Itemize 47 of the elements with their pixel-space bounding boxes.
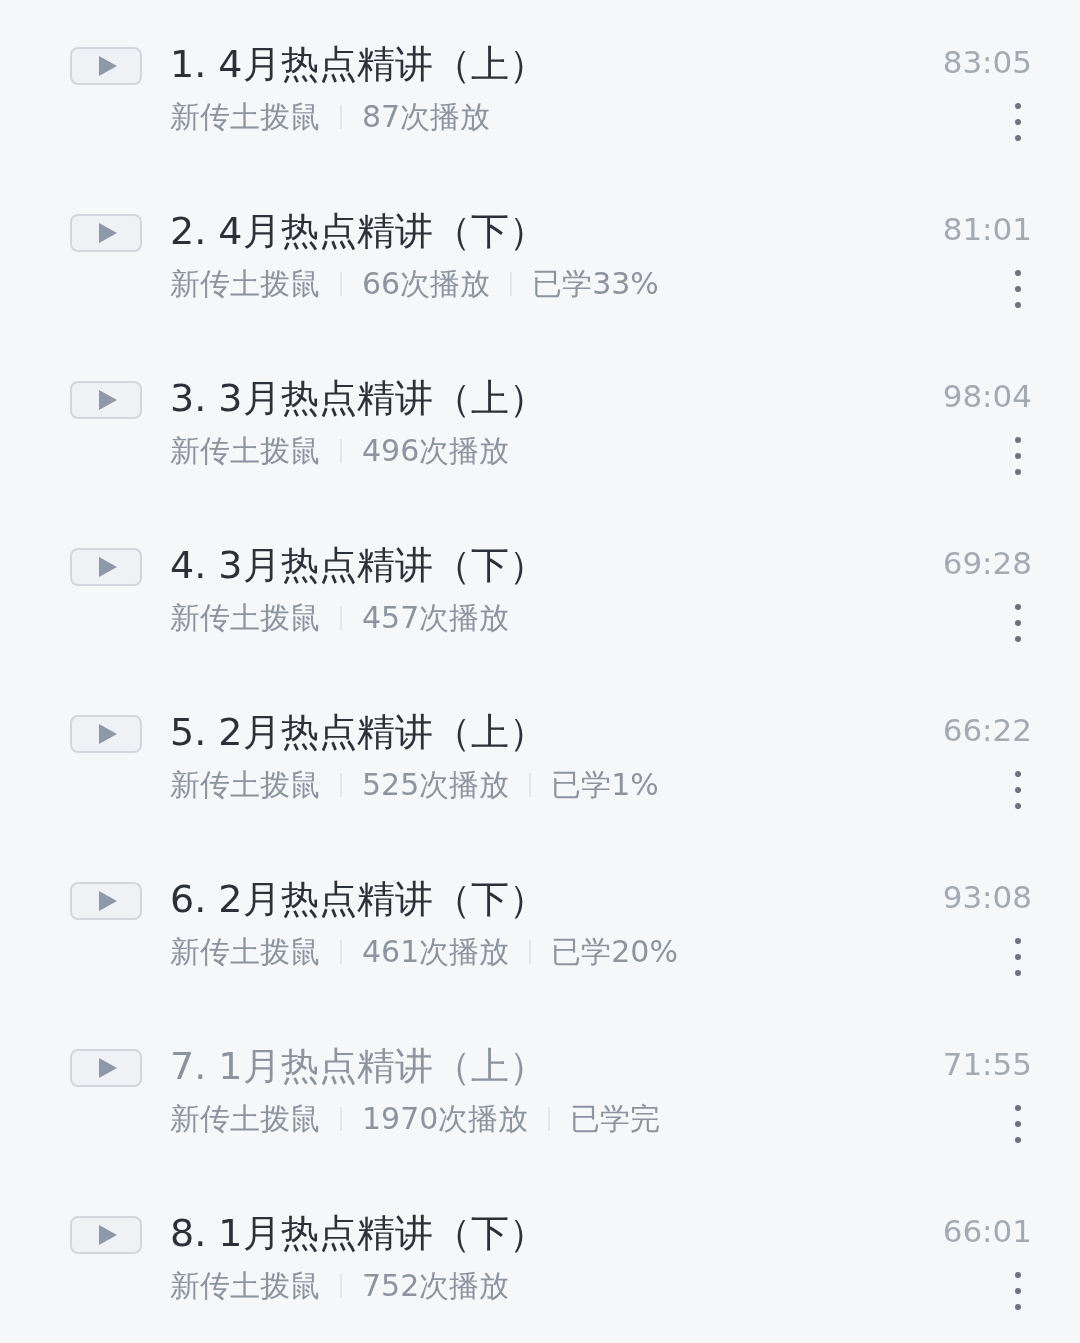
lesson-title[interactable]: 4. 3月热点精讲（下） — [170, 540, 943, 590]
video-play-icon — [70, 47, 142, 85]
video-play-icon — [70, 1049, 142, 1087]
play-count: 496次播放 — [362, 432, 510, 470]
duration: 71:55 — [942, 1045, 1032, 1084]
duration: 83:05 — [942, 43, 1032, 82]
duration: 66:22 — [942, 711, 1032, 750]
author-name: 新传土拨鼠 — [170, 933, 320, 971]
play-count: 461次播放 — [362, 933, 510, 971]
more-icon[interactable] — [1014, 937, 1022, 977]
author-name: 新传土拨鼠 — [170, 432, 320, 470]
duration: 69:28 — [942, 544, 1032, 583]
more-icon[interactable] — [1014, 1271, 1022, 1311]
author-name: 新传土拨鼠 — [170, 98, 320, 136]
more-icon[interactable] — [1014, 269, 1022, 309]
more-icon[interactable] — [1014, 436, 1022, 476]
lesson-title[interactable]: 2. 4月热点精讲（下） — [170, 206, 943, 256]
author-name: 新传土拨鼠 — [170, 1267, 320, 1305]
more-icon[interactable] — [1014, 603, 1022, 643]
play-count: 525次播放 — [362, 766, 510, 804]
play-count: 752次播放 — [362, 1267, 510, 1305]
author-name: 新传土拨鼠 — [170, 1100, 320, 1138]
lesson-title[interactable]: 3. 3月热点精讲（上） — [170, 373, 943, 423]
play-count: 457次播放 — [362, 599, 510, 637]
author-name: 新传土拨鼠 — [170, 599, 320, 637]
video-play-icon — [70, 882, 142, 920]
duration: 66:01 — [942, 1212, 1032, 1251]
play-count: 66次播放 — [362, 265, 491, 303]
lesson-title[interactable]: 5. 2月热点精讲（上） — [170, 707, 943, 757]
duration: 98:04 — [942, 377, 1032, 416]
video-play-icon — [70, 1216, 142, 1254]
play-count: 87次播放 — [362, 98, 491, 136]
more-icon[interactable] — [1014, 102, 1022, 142]
lesson-title[interactable]: 6. 2月热点精讲（下） — [170, 874, 943, 924]
author-name: 新传土拨鼠 — [170, 265, 320, 303]
video-play-icon — [70, 548, 142, 586]
author-name: 新传土拨鼠 — [170, 766, 320, 804]
duration: 81:01 — [942, 210, 1032, 249]
video-play-icon — [70, 715, 142, 753]
lesson-title[interactable]: 1. 4月热点精讲（上） — [170, 39, 943, 89]
duration: 93:08 — [942, 878, 1032, 917]
play-count: 1970次播放 — [362, 1100, 529, 1138]
more-icon[interactable] — [1014, 1104, 1022, 1144]
video-play-icon — [70, 381, 142, 419]
video-play-icon — [70, 214, 142, 252]
more-icon[interactable] — [1014, 770, 1022, 810]
lesson-title[interactable]: 8. 1月热点精讲（下） — [170, 1208, 943, 1258]
